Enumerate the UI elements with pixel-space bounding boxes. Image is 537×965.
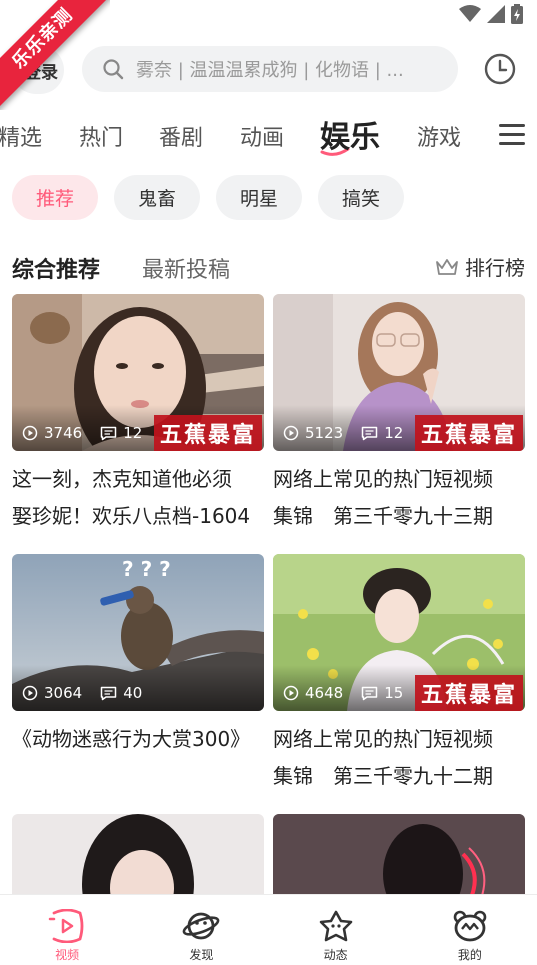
video-title[interactable]: 这一刻，杰克知道他必须 娶珍妮！欢乐八点档-1604 xyxy=(12,461,264,535)
star-face-icon xyxy=(319,910,352,942)
video-stats: 3746 12 xyxy=(22,424,142,442)
video-stats: 4648 15 xyxy=(283,684,403,702)
tab-featured[interactable]: 精选 xyxy=(0,120,42,152)
title-line: 集锦 第三千零九十二期 xyxy=(273,764,493,788)
comment-icon xyxy=(361,686,378,700)
play-count-icon xyxy=(22,685,38,701)
tab-entertainment[interactable]: 娱乐 xyxy=(320,112,380,156)
subtab-funny[interactable]: 搞笑 xyxy=(318,175,405,220)
view-count: 5123 xyxy=(305,424,344,442)
category-tabs: 精选 热门 番剧 动画 娱乐 游戏 xyxy=(0,108,537,166)
search-bar[interactable]: 雾奈 | 温温温累成狗 | 化物语 | ... xyxy=(82,46,458,92)
comment-count: 12 xyxy=(123,424,143,442)
subtab-recommend[interactable]: 推荐 xyxy=(12,175,99,220)
ranking-label: 排行榜 xyxy=(465,256,525,280)
nav-discover[interactable]: 发现 xyxy=(134,895,268,965)
tab-comprehensive[interactable]: 综合推荐 xyxy=(12,252,100,284)
title-line: 娶珍妮！欢乐八点档-1604 xyxy=(12,504,251,528)
video-card[interactable]: ? ? ? 3064 40 《动物迷惑行为大赏300》 xyxy=(12,554,264,758)
signal-icon xyxy=(487,5,505,23)
video-card[interactable]: 4648 15 五蕉暴富 网络上常见的热门短视频 集锦 第三千零九十二期 xyxy=(273,554,525,795)
ribbon-text: 乐乐亲测 xyxy=(0,0,110,110)
category-menu-icon[interactable] xyxy=(499,122,525,146)
video-title[interactable]: 网络上常见的热门短视频 集锦 第三千零九十二期 xyxy=(273,721,525,795)
bear-face-icon xyxy=(453,910,487,942)
tab-animation[interactable]: 动画 xyxy=(240,120,284,152)
nav-label: 动态 xyxy=(323,948,348,962)
wifi-icon xyxy=(459,5,481,22)
title-line: 网络上常见的热门短视频 xyxy=(273,727,493,751)
clock-icon[interactable] xyxy=(483,52,517,86)
title-line: 网络上常见的热门短视频 xyxy=(273,467,493,491)
search-placeholder: 雾奈 | 温温温累成狗 | 化物语 | ... xyxy=(136,60,404,81)
video-stats: 3064 40 xyxy=(22,684,142,702)
nav-profile[interactable]: 我的 xyxy=(403,895,537,965)
tab-hot[interactable]: 热门 xyxy=(79,120,123,152)
thumbnail-watermark: 五蕉暴富 xyxy=(414,675,523,711)
play-count-icon xyxy=(283,685,299,701)
title-line: 集锦 第三千零九十三期 xyxy=(273,504,493,528)
video-thumbnail[interactable]: 4648 15 五蕉暴富 xyxy=(273,554,525,711)
video-title[interactable]: 《动物迷惑行为大赏300》 xyxy=(12,721,264,758)
tab-bangumi[interactable]: 番剧 xyxy=(159,120,203,152)
planet-icon xyxy=(183,912,220,940)
video-thumbnail[interactable]: ? ? ? 3064 40 xyxy=(12,554,264,711)
video-card[interactable]: 5123 12 五蕉暴富 网络上常见的热门短视频 集锦 第三千零九十三期 xyxy=(273,294,525,535)
nav-label: 视频 xyxy=(55,948,80,962)
nav-feed[interactable]: 动态 xyxy=(269,895,403,965)
section-header: 综合推荐 最新投稿 排行榜 xyxy=(12,250,525,286)
subtab-celebrity[interactable]: 明星 xyxy=(216,175,303,220)
title-line: 《动物迷惑行为大赏300》 xyxy=(12,727,251,751)
sub-category-tabs: 推荐 鬼畜 明星 搞笑 xyxy=(12,175,405,220)
view-count: 3064 xyxy=(44,684,83,702)
video-thumbnail[interactable]: 5123 12 五蕉暴富 xyxy=(273,294,525,451)
play-count-icon xyxy=(22,425,38,441)
ranking-button[interactable]: 排行榜 xyxy=(435,252,525,281)
nav-label: 我的 xyxy=(457,948,482,962)
view-count: 3746 xyxy=(44,424,83,442)
video-tab-icon xyxy=(48,909,84,943)
tab-games[interactable]: 游戏 xyxy=(417,120,461,152)
nav-label: 发现 xyxy=(189,948,214,962)
video-stats: 5123 12 xyxy=(283,424,403,442)
comment-count: 12 xyxy=(384,424,404,442)
play-count-icon xyxy=(283,425,299,441)
video-title[interactable]: 网络上常见的热门短视频 集锦 第三千零九十三期 xyxy=(273,461,525,535)
tab-latest[interactable]: 最新投稿 xyxy=(142,252,230,284)
comment-icon xyxy=(100,426,117,440)
comment-icon xyxy=(361,426,378,440)
thumbnail-watermark: 五蕉暴富 xyxy=(153,415,262,451)
battery-icon xyxy=(511,4,523,24)
comment-count: 15 xyxy=(384,684,404,702)
crown-icon xyxy=(436,258,458,275)
nav-video[interactable]: 视频 xyxy=(0,895,134,965)
bottom-navigation: 视频 发现 动态 我的 xyxy=(0,894,537,965)
svg-text:? ? ?: ? ? ? xyxy=(122,557,171,581)
thumbnail-watermark: 五蕉暴富 xyxy=(414,415,523,451)
view-count: 4648 xyxy=(305,684,344,702)
video-thumbnail[interactable]: 3746 12 五蕉暴富 xyxy=(12,294,264,451)
comment-count: 40 xyxy=(123,684,143,702)
subtab-kichiku[interactable]: 鬼畜 xyxy=(114,175,201,220)
title-line: 这一刻，杰克知道他必须 xyxy=(12,467,232,491)
comment-icon xyxy=(100,686,117,700)
corner-ribbon: 乐乐亲测 xyxy=(0,0,110,110)
video-card[interactable]: 3746 12 五蕉暴富 这一刻，杰克知道他必须 娶珍妮！欢乐八点档-1604 xyxy=(12,294,264,535)
